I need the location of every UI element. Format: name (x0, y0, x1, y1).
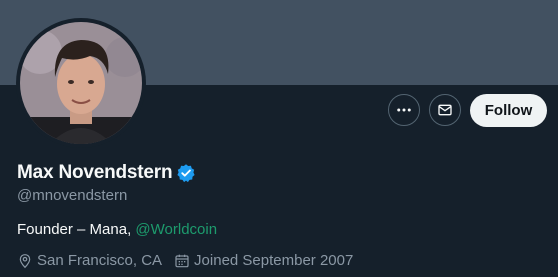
follow-button[interactable]: Follow (470, 94, 547, 127)
profile-bio: Founder – Mana, @Worldcoin (17, 221, 217, 238)
avatar-photo (20, 22, 142, 144)
location-item: San Francisco, CA (17, 252, 162, 269)
more-horizontal-icon (397, 108, 411, 112)
bio-text: Founder – Mana, (17, 221, 136, 238)
profile-handle: @mnovendstern (17, 187, 128, 204)
message-button[interactable] (429, 94, 461, 126)
display-name: Max Novendstern (17, 162, 173, 183)
envelope-icon (438, 104, 452, 116)
location-text: San Francisco, CA (37, 252, 163, 269)
more-button[interactable] (388, 94, 420, 126)
joined-item: Joined September 2007 (174, 252, 353, 269)
calendar-icon (175, 254, 189, 267)
name-row: Max Novendstern (17, 162, 196, 184)
location-pin-icon (19, 253, 31, 268)
verified-badge-icon[interactable] (176, 163, 196, 183)
profile-meta: San Francisco, CA Joined September 2007 (17, 252, 365, 269)
joined-text: Joined September 2007 (194, 252, 354, 269)
bio-mention-link[interactable]: @Worldcoin (135, 221, 217, 238)
avatar[interactable] (16, 18, 146, 148)
